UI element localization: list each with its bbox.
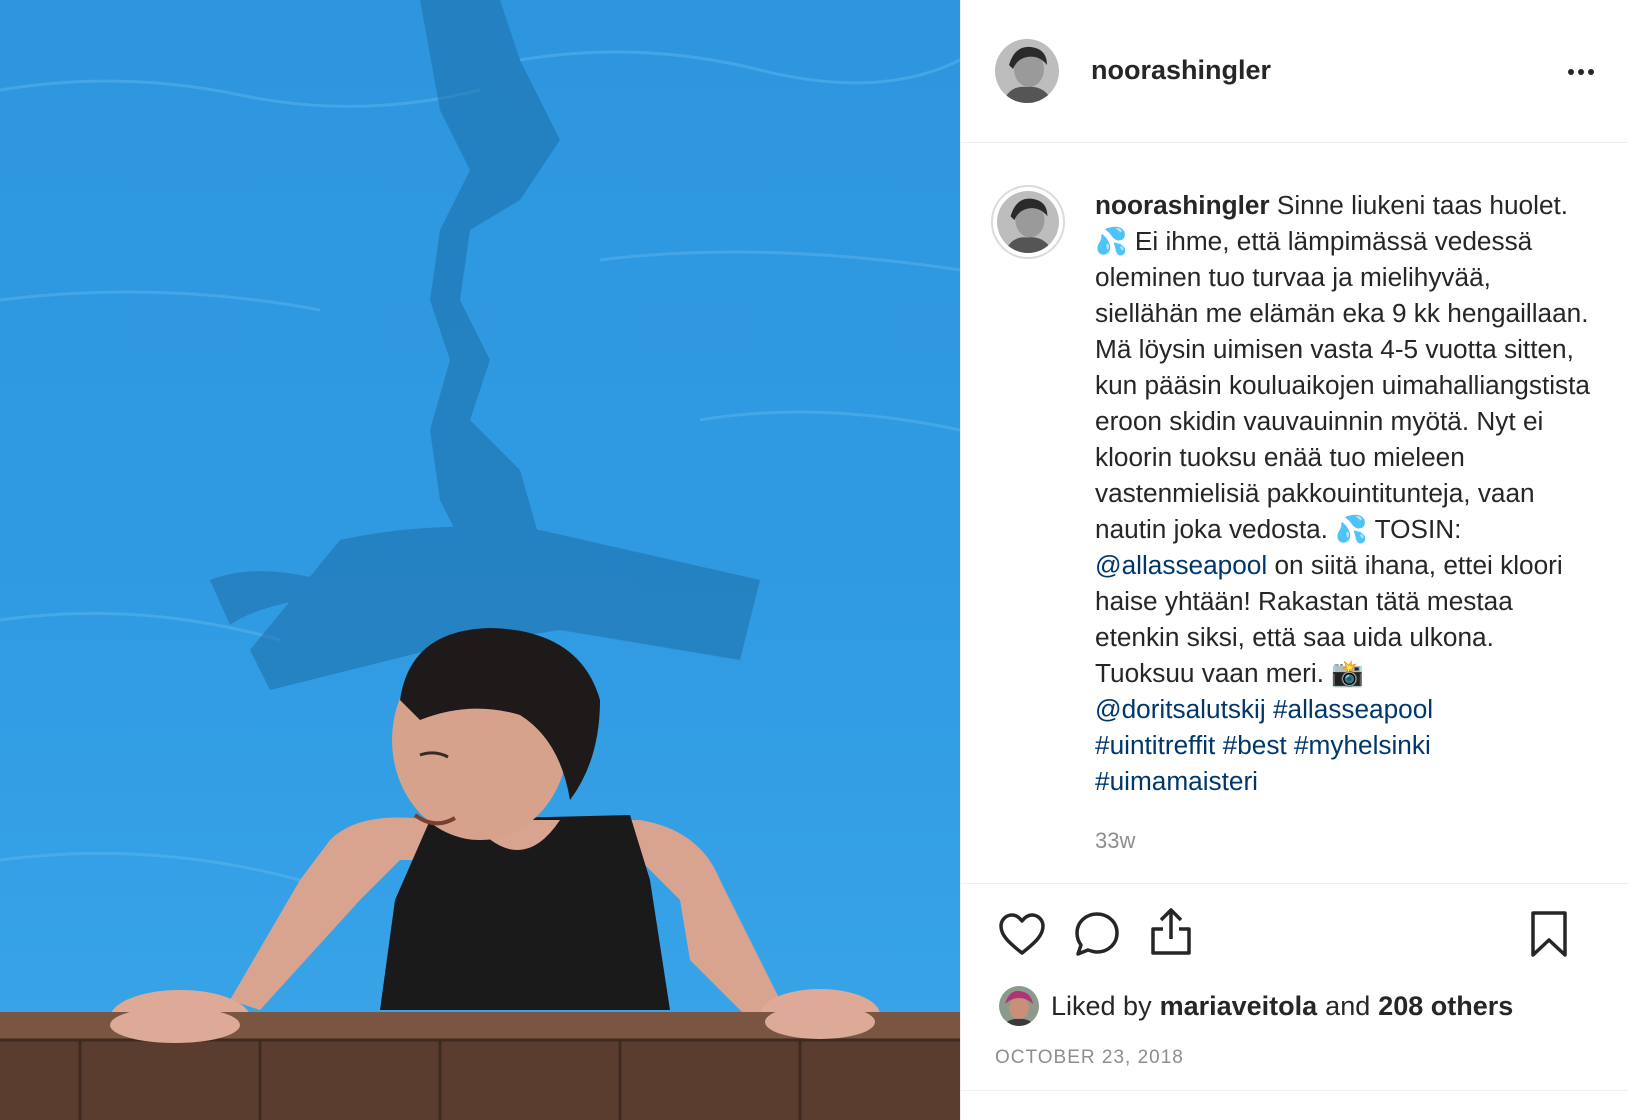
- caption-text: noorashingler Sinne liukeni taas huolet.…: [1095, 187, 1595, 799]
- liker-avatar[interactable]: [999, 986, 1039, 1026]
- divider: [961, 1090, 1628, 1091]
- post-caption: noorashingler Sinne liukeni taas huolet.…: [961, 143, 1628, 883]
- comment-button[interactable]: [1069, 906, 1125, 962]
- share-icon: [1151, 908, 1191, 955]
- pool-photo-illustration: [0, 0, 960, 1120]
- post-header: noorashingler: [961, 0, 1628, 143]
- like-button[interactable]: [994, 906, 1050, 962]
- mention-allasseapool[interactable]: @allasseapool: [1095, 550, 1267, 580]
- liker-username[interactable]: mariaveitola: [1160, 991, 1318, 1022]
- post-photo[interactable]: [0, 0, 960, 1120]
- hashtag-uimamaisteri[interactable]: #uimamaisteri: [1095, 766, 1258, 796]
- ellipsis-dot: [1578, 69, 1584, 75]
- hashtag-myhelsinki[interactable]: #myhelsinki: [1294, 730, 1431, 760]
- hashtag-best[interactable]: #best: [1223, 730, 1287, 760]
- caption-timestamp[interactable]: 33w: [1095, 828, 1135, 854]
- likes-summary: Liked by mariaveitola and 208 others: [999, 984, 1521, 1028]
- author-avatar[interactable]: [995, 39, 1059, 103]
- hashtag-uintitreffit[interactable]: #uintitreffit: [1095, 730, 1215, 760]
- liked-by-prefix: Liked by: [1051, 990, 1152, 1021]
- ellipsis-dot: [1588, 69, 1594, 75]
- share-button[interactable]: [1143, 904, 1199, 960]
- caption-body-1: Sinne liukeni taas huolet. 💦 Ei ihme, et…: [1095, 190, 1590, 544]
- post-side-panel: noorashingler noorashingler Sinne liuken…: [960, 0, 1628, 1120]
- save-button[interactable]: [1521, 906, 1577, 962]
- likes-others-count[interactable]: 208 others: [1378, 991, 1513, 1022]
- comment-icon: [1075, 912, 1119, 956]
- hashtag-allasseapool[interactable]: #allasseapool: [1273, 694, 1433, 724]
- likes-and: and: [1325, 990, 1371, 1021]
- author-username[interactable]: noorashingler: [1091, 55, 1271, 86]
- caption-author-avatar[interactable]: [991, 185, 1065, 259]
- post-date[interactable]: OCTOBER 23, 2018: [995, 1047, 1184, 1069]
- bookmark-icon: [1531, 911, 1567, 957]
- caption-username[interactable]: noorashingler: [1095, 190, 1270, 220]
- mention-doritsalutskij[interactable]: @doritsalutskij: [1095, 694, 1266, 724]
- heart-icon: [999, 913, 1045, 955]
- post-actions: Liked by mariaveitola and 208 others OCT…: [961, 883, 1628, 1120]
- more-options-button[interactable]: [1559, 52, 1603, 92]
- ellipsis-icon: [1568, 69, 1574, 75]
